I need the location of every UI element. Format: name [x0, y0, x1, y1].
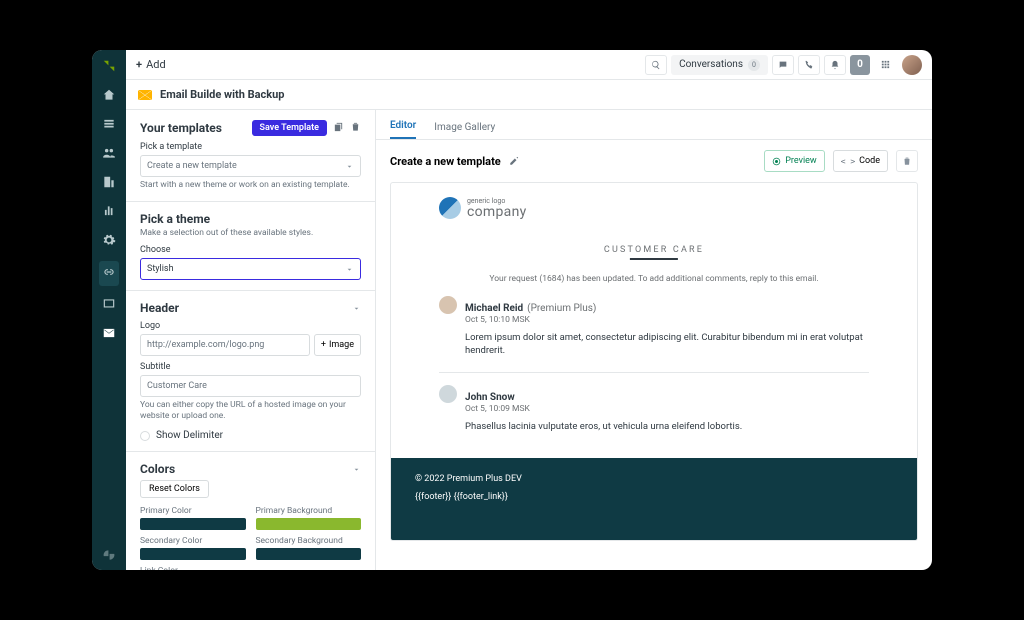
logo-url-input[interactable] — [140, 334, 310, 356]
pick-template-value: Create a new template — [147, 161, 237, 171]
templates-heading: Your templates — [140, 121, 222, 135]
tab-image-gallery[interactable]: Image Gallery — [434, 122, 495, 139]
message-author: John Snow — [465, 392, 515, 403]
company-logo: generic logo company — [439, 197, 869, 219]
show-delimiter-label: Show Delimiter — [156, 430, 223, 441]
link-color-label: Link Color — [140, 566, 246, 570]
phone-icon[interactable] — [798, 55, 820, 75]
nav-people-icon[interactable] — [102, 145, 116, 164]
save-template-button[interactable]: Save Template — [252, 120, 327, 136]
bell-icon[interactable] — [824, 55, 846, 75]
message-date: Oct 5, 10:10 MSK — [465, 315, 869, 325]
logo-hint: You can either copy the URL of a hosted … — [140, 400, 361, 422]
message-author: Michael Reid — [465, 303, 523, 314]
nav-panel-icon[interactable] — [102, 296, 116, 315]
reset-colors-button[interactable]: Reset Colors — [140, 480, 209, 498]
image-upload-button[interactable]: +Image — [314, 334, 361, 356]
email-preview: generic logo company CUSTOMER CARE Your … — [390, 182, 918, 541]
subtitle-label: Subtitle — [140, 362, 361, 372]
primary-bg-label: Primary Background — [256, 506, 362, 516]
pick-template-label: Pick a template — [140, 142, 361, 152]
avatar — [439, 385, 457, 403]
mail-icon — [138, 90, 152, 100]
add-label[interactable]: Add — [146, 58, 166, 71]
nav-org-icon[interactable] — [102, 174, 116, 193]
topbar: + Add Conversations 0 0 — [126, 50, 932, 80]
pick-template-hint: Start with a new theme or work on an exi… — [140, 180, 361, 191]
nav-link-icon[interactable] — [99, 261, 119, 286]
editor-title: Create a new template — [390, 155, 501, 168]
footer-copyright: © 2022 Premium Plus DEV — [415, 474, 893, 484]
user-avatar[interactable] — [902, 55, 922, 75]
chevron-down-icon[interactable] — [352, 465, 361, 474]
editor-toolbar: Create a new template Preview < > Code — [376, 140, 932, 182]
primary-bg-swatch[interactable] — [256, 518, 362, 530]
chat-icon[interactable] — [772, 55, 794, 75]
add-plus-icon: + — [136, 58, 142, 71]
left-nav-rail — [92, 50, 126, 570]
nav-list-icon[interactable] — [102, 116, 116, 135]
nav-home-icon[interactable] — [102, 87, 116, 106]
conversations-pill[interactable]: Conversations 0 — [671, 55, 768, 75]
theme-select-value: Stylish — [147, 264, 174, 274]
main-area: + Add Conversations 0 0 Email Builde wit… — [126, 50, 932, 570]
colors-heading: Colors — [140, 462, 175, 476]
chevron-down-icon[interactable] — [352, 304, 361, 313]
count-box[interactable]: 0 — [850, 55, 870, 75]
email-footer: © 2022 Premium Plus DEV {{footer}} {{foo… — [391, 458, 917, 540]
message-text: Phasellus lacinia vulputate eros, ut veh… — [465, 420, 869, 434]
theme-heading: Pick a theme — [140, 212, 361, 226]
theme-select[interactable]: Stylish — [140, 258, 361, 280]
show-delimiter-toggle[interactable]: Show Delimiter — [140, 430, 361, 441]
logo-swirl-icon — [439, 197, 461, 219]
avatar — [439, 296, 457, 314]
secondary-color-swatch[interactable] — [140, 548, 246, 560]
message-date: Oct 5, 10:09 MSK — [465, 404, 869, 414]
header-heading: Header — [140, 301, 179, 315]
pick-template-select[interactable]: Create a new template — [140, 155, 361, 177]
choose-label: Choose — [140, 245, 361, 255]
content-pane: Editor Image Gallery Create a new templa… — [376, 110, 932, 570]
secondary-bg-swatch[interactable] — [256, 548, 362, 560]
secondary-bg-label: Secondary Background — [256, 536, 362, 546]
page-titlebar: Email Builde with Backup — [126, 80, 932, 110]
content-tabs: Editor Image Gallery — [376, 110, 932, 140]
logo-company-name: company — [467, 205, 527, 219]
nav-settings-icon[interactable] — [102, 232, 116, 251]
update-notice: Your request (1684) has been updated. To… — [439, 274, 869, 284]
zendesk-icon — [102, 548, 116, 562]
secondary-color-label: Secondary Color — [140, 536, 246, 546]
conversations-label: Conversations — [679, 59, 743, 70]
message-text: Lorem ipsum dolor sit amet, consectetur … — [465, 331, 869, 359]
edit-title-icon[interactable] — [509, 156, 519, 166]
code-button[interactable]: < > Code — [833, 150, 888, 172]
apps-grid-icon[interactable] — [874, 55, 896, 75]
radio-icon — [140, 431, 150, 441]
customer-care-subtitle: CUSTOMER CARE — [604, 245, 704, 260]
preview-button[interactable]: Preview — [764, 150, 824, 172]
app-window: + Add Conversations 0 0 Email Builde wit… — [92, 50, 932, 570]
primary-color-label: Primary Color — [140, 506, 246, 516]
conversations-count: 0 — [748, 59, 760, 71]
search-icon[interactable] — [645, 55, 667, 75]
delete-icon[interactable] — [350, 121, 361, 135]
theme-hint: Make a selection out of these available … — [140, 228, 361, 239]
copy-icon[interactable] — [333, 121, 344, 135]
body: Your templates Save Template Pick a temp… — [126, 110, 932, 570]
brand-icon — [102, 58, 116, 77]
tab-editor[interactable]: Editor — [390, 120, 416, 139]
message-item: John Snow Oct 5, 10:09 MSK Phasellus lac… — [439, 385, 869, 434]
primary-color-swatch[interactable] — [140, 518, 246, 530]
page-title: Email Builde with Backup — [160, 88, 285, 101]
message-item: Michael Reid (Premium Plus) Oct 5, 10:10… — [439, 296, 869, 359]
subtitle-input[interactable] — [140, 375, 361, 397]
footer-vars: {{footer}} {{footer_link}} — [415, 492, 893, 502]
logo-label: Logo — [140, 321, 361, 331]
message-plan: (Premium Plus) — [527, 303, 596, 314]
nav-mail-icon[interactable] — [102, 325, 116, 344]
nav-analytics-icon[interactable] — [102, 203, 116, 222]
delete-template-button[interactable] — [896, 150, 918, 172]
settings-sidebar: Your templates Save Template Pick a temp… — [126, 110, 376, 570]
